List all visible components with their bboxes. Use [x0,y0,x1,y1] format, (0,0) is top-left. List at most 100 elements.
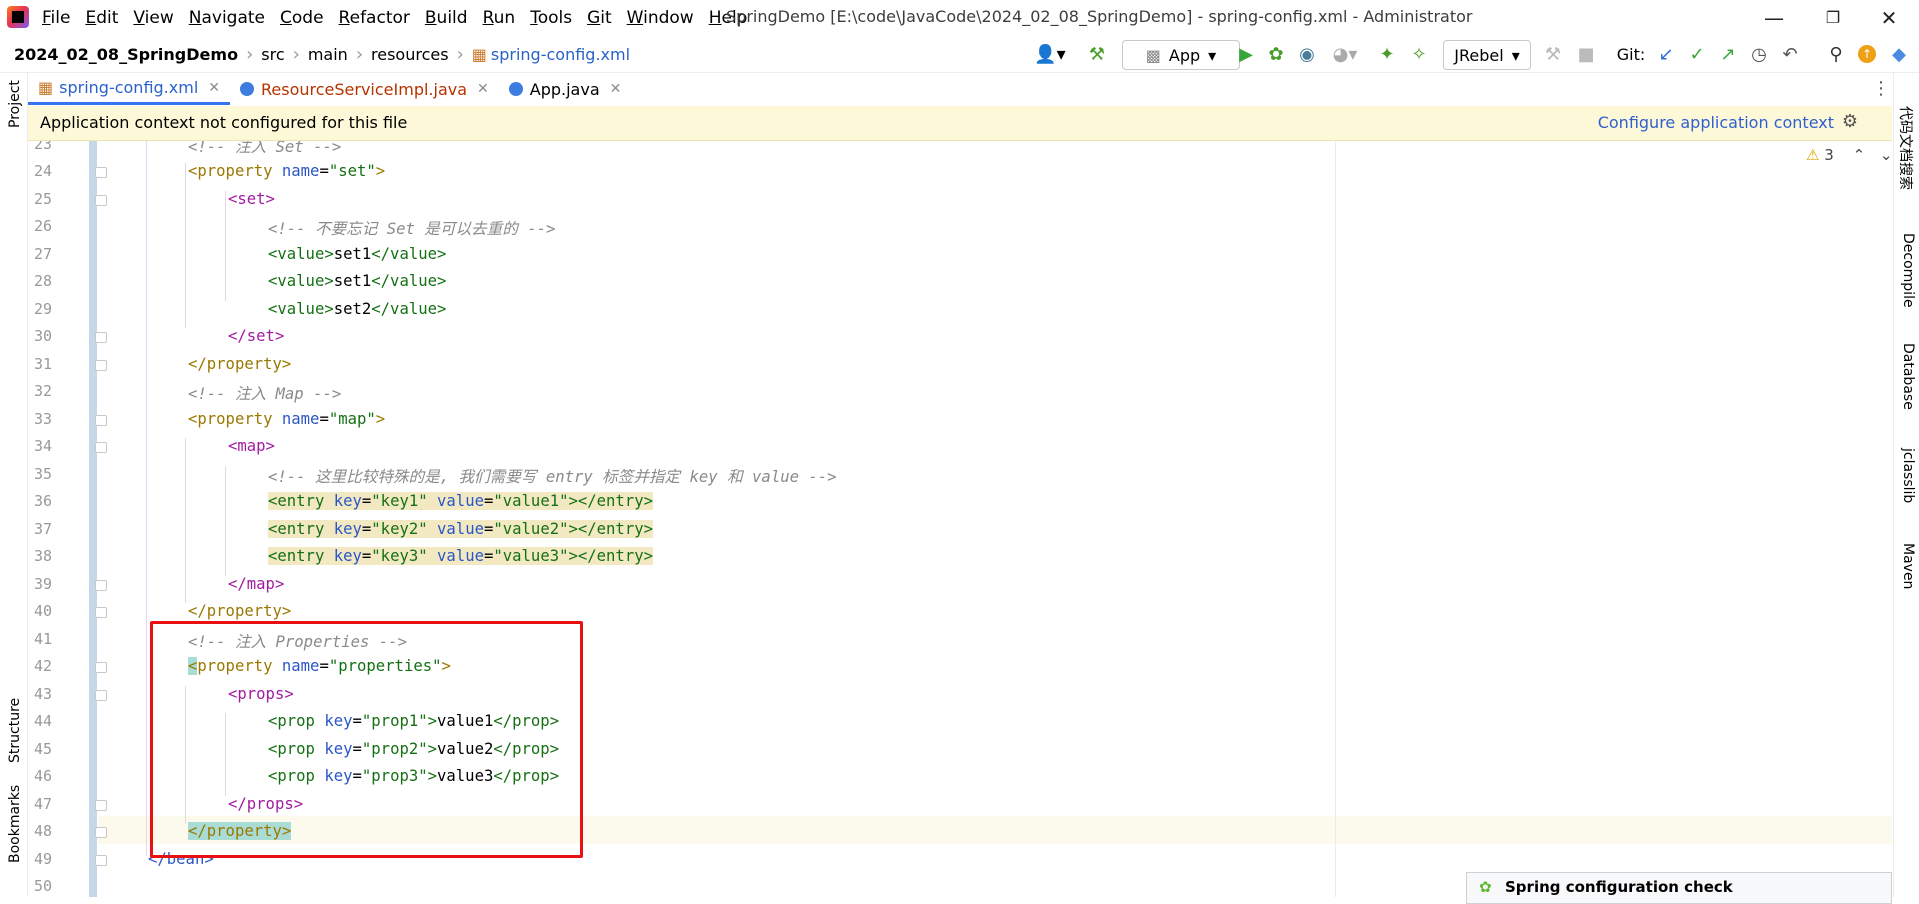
code-line-47: </props> [228,795,304,813]
close-tab-icon[interactable]: ✕ [477,81,489,97]
menu-navigate[interactable]: Navigate [189,8,265,28]
breadcrumb-project[interactable]: 2024_02_08_SpringDemo [14,45,238,64]
breadcrumb-resources[interactable]: resources [371,45,449,64]
profile-icon[interactable]: ◕▾ [1326,40,1364,68]
chevron-up-icon[interactable]: ⌃ [1853,146,1866,164]
code-line-38: <entry key="key3" value="value3"></entry… [268,547,653,565]
breadcrumb-file[interactable]: spring-config.xml [491,45,630,64]
fold-marker-icon[interactable] [95,167,107,178]
tab-resource-service-impl[interactable]: ResourceServiceImpl.java ✕ [230,73,499,105]
fold-marker-icon[interactable] [95,415,107,426]
decompile-tool-button[interactable]: Decompile [1900,233,1916,308]
update-icon[interactable]: ↑ [1856,40,1878,68]
jrebel-select[interactable]: JRebel ▾ [1443,40,1531,70]
debug-icon[interactable]: ✿ [1264,40,1288,68]
run-icon[interactable]: ▶ [1234,40,1258,68]
fold-marker-icon[interactable] [95,800,107,811]
line-number: 26 [33,217,52,235]
coverage-icon[interactable]: ◉ [1295,40,1319,68]
tab-app-java[interactable]: App.java ✕ [499,73,632,105]
stop-icon: ■ [1577,43,1595,65]
close-tab-icon[interactable]: ✕ [610,81,622,97]
line-number: 36 [33,492,52,510]
run-config-select[interactable]: ▩ App ▾ [1122,40,1240,70]
git-update-icon[interactable]: ↙ [1655,40,1677,68]
code-line-26: <!-- 不要忘记 Set 是可以去重的 --> [268,220,556,238]
menu-git[interactable]: Git [587,8,612,28]
search-icon[interactable]: ⚲ [1825,40,1847,68]
chevron-down-icon: ▾ [1511,45,1520,65]
tab-spring-config[interactable]: ▦ spring-config.xml ✕ [28,73,230,105]
code-line-36: <entry key="key1" value="value1"></entry… [268,492,653,510]
maven-tool-button[interactable]: Maven [1900,543,1916,589]
breadcrumb-main[interactable]: main [308,45,348,64]
bookmarks-tool-button[interactable]: Bookmarks [7,785,23,863]
fold-marker-icon[interactable] [95,662,107,673]
close-icon[interactable]: ✕ [1866,0,1912,36]
chevron-down-icon[interactable]: ⌄ [1880,146,1893,164]
right-tool-strip: 代码文档搜索 Decompile Database jclasslib Mave… [1893,73,1919,897]
structure-tool-button[interactable]: Structure [7,698,23,763]
warning-icon: ⚠ [1806,146,1820,164]
gear-icon[interactable]: ⚙ [1842,111,1858,132]
line-number: 24 [33,162,52,180]
hammer-build-icon[interactable]: ⚒ [1084,40,1110,68]
git-label: Git: [1616,44,1646,64]
tab-label: App.java [529,79,600,99]
git-rollback-icon[interactable]: ↶ [1779,40,1801,68]
fold-marker-icon[interactable] [95,827,107,838]
restore-icon[interactable]: ❐ [1810,0,1856,36]
java-class-icon [508,82,523,96]
fold-marker-icon[interactable] [95,580,107,591]
code-line-28: <value>set1</value> [268,272,447,290]
more-tabs-icon[interactable]: ⋮ [1872,78,1890,99]
menu-run[interactable]: Run [483,8,516,28]
jrebel-run-icon[interactable]: ✦ [1375,40,1399,68]
menu-build[interactable]: Build [425,8,468,28]
menu-tools[interactable]: Tools [530,8,572,28]
git-commit-icon[interactable]: ✓ [1686,40,1708,68]
code-line-23: <!-- 注入 Set --> [188,141,342,156]
jetbrains-toolbox-icon[interactable]: ◆ [1887,40,1911,68]
fold-marker-icon[interactable] [95,195,107,206]
line-number: 46 [33,767,52,785]
database-tool-button[interactable]: Database [1900,343,1916,410]
run-config-label: App [1168,45,1201,65]
line-number: 39 [33,575,52,593]
code-editor[interactable]: 23 24 25 26 27 28 29 30 31 32 33 34 35 3… [28,141,1892,897]
jrebel-debug-icon[interactable]: ✧ [1407,40,1431,68]
inspection-widget[interactable]: ⚠ 3 ⌃ ⌄ [1806,146,1893,164]
jclasslib-tool-button[interactable]: jclasslib [1900,448,1916,503]
line-number: 28 [33,272,52,290]
fold-marker-icon[interactable] [95,690,107,701]
notification-title: Spring configuration check [1505,878,1733,896]
minimize-icon[interactable]: — [1751,0,1797,36]
fold-marker-icon[interactable] [95,332,107,343]
menu-refactor[interactable]: Refactor [339,8,410,28]
git-push-icon[interactable]: ↗ [1717,40,1739,68]
spring-config-check-notification[interactable]: ✿ Spring configuration check [1466,872,1892,904]
window-title: SpringDemo [E:\code\JavaCode\2024_02_08_… [726,7,1473,26]
intellij-logo-icon[interactable] [7,6,29,28]
project-tool-button[interactable]: Project [7,80,23,128]
menu-code[interactable]: Code [280,8,324,28]
fold-marker-icon[interactable] [95,360,107,371]
configure-context-link[interactable]: Configure application context [1598,113,1834,132]
fold-marker-icon[interactable] [95,442,107,453]
menu-file[interactable]: File [42,8,70,28]
indent-guide [185,438,186,603]
code-line-39: </map> [228,575,285,593]
user-icon[interactable]: 👤▾ [1033,40,1067,68]
code-line-33: <property name="map"> [188,410,386,428]
fold-marker-icon[interactable] [95,855,107,866]
breadcrumb-src[interactable]: src [261,45,284,64]
xml-file-icon: ▦ [471,45,487,64]
fold-marker-icon[interactable] [95,607,107,618]
menu-view[interactable]: View [133,8,173,28]
code-doc-search-tool-button[interactable]: 代码文档搜索 [1896,106,1916,190]
git-history-icon[interactable]: ◷ [1748,40,1770,68]
close-tab-icon[interactable]: ✕ [208,80,220,96]
menu-edit[interactable]: Edit [85,8,118,28]
menu-window[interactable]: Window [627,8,694,28]
code-line-45: <prop key="prop2">value2</prop> [268,740,560,758]
